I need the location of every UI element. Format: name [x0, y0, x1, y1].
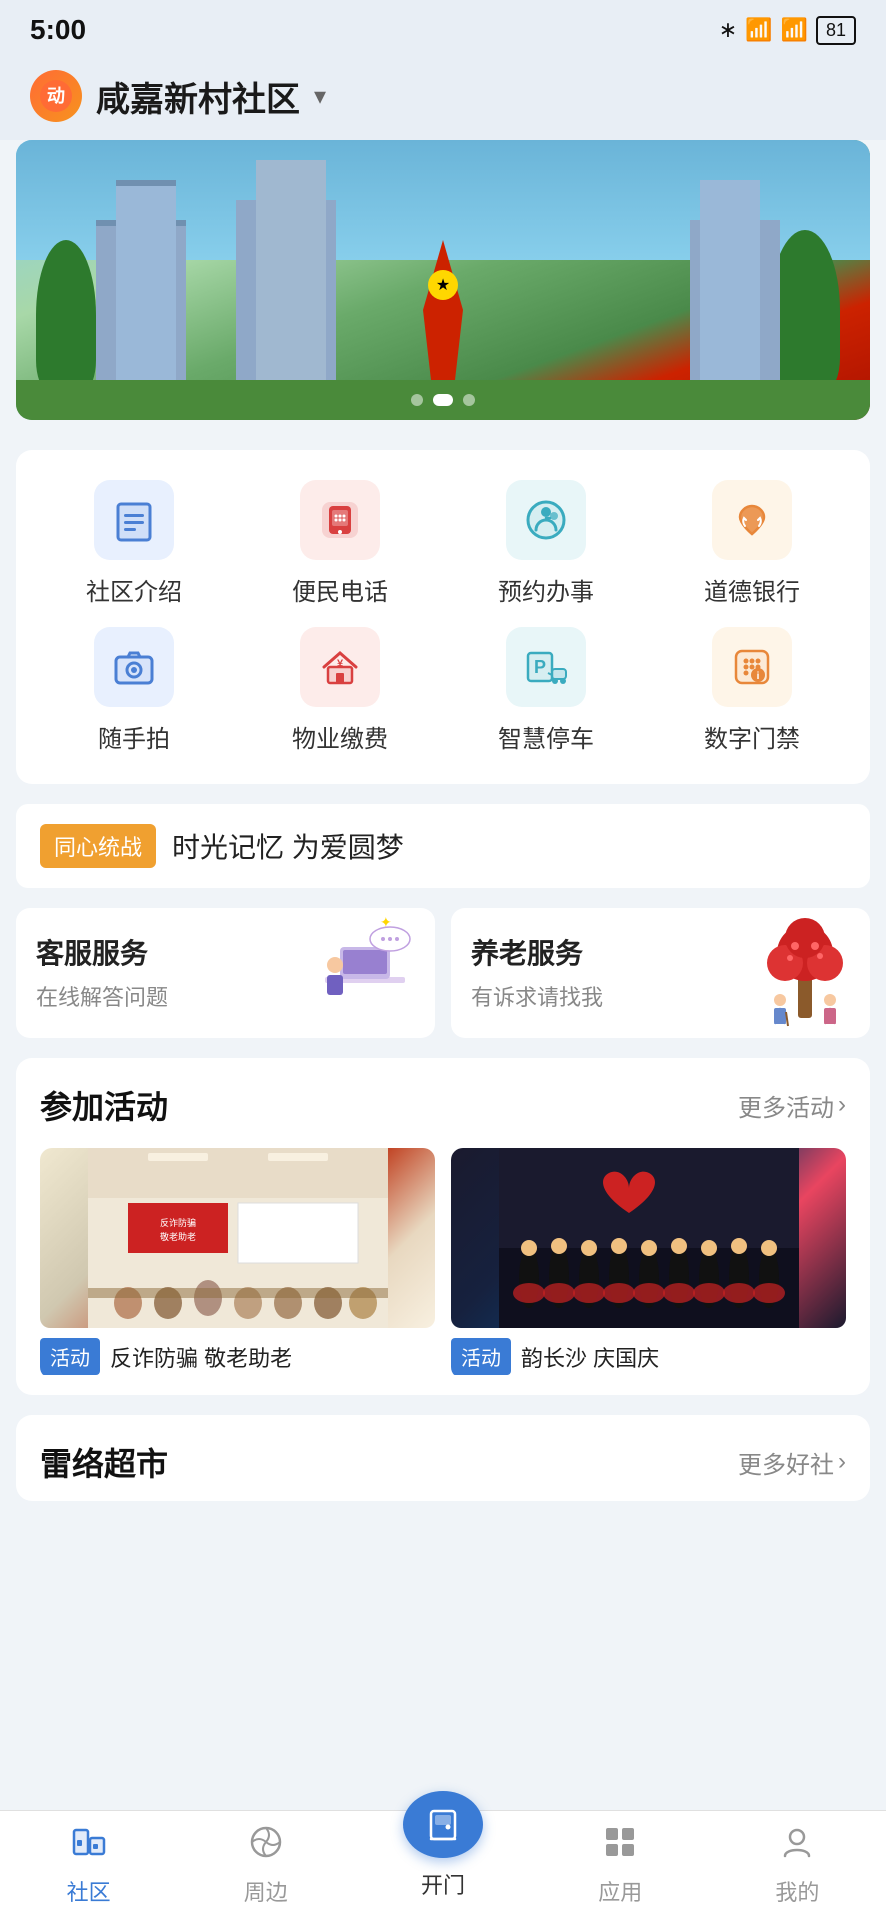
activities-title: 参加活动	[40, 1082, 168, 1128]
service-cards-section: 客服服务 在线解答问题 ✦ 养老服务	[16, 908, 870, 1038]
digital-gate-label: 数字门禁	[704, 719, 800, 754]
nav-apps[interactable]: 应用	[532, 1811, 709, 1920]
svg-text:i: i	[757, 671, 760, 682]
status-icons: ∗ 📶 📶 81	[719, 16, 856, 45]
chevron-right-icon: ›	[838, 1091, 846, 1119]
activity-badge-2: 活动	[451, 1338, 511, 1375]
wifi-icon: 📶	[781, 17, 808, 43]
property-fee-label: 物业缴费	[292, 719, 388, 754]
appointment-icon	[506, 480, 586, 560]
activities-section: 参加活动 更多活动 › 反诈防骗 敬老助老	[16, 1058, 870, 1395]
grid-item-community-intro[interactable]: 社区介绍	[36, 480, 232, 607]
activities-grid: 反诈防骗 敬老助老 活动 反诈防骗 敬	[40, 1148, 846, 1379]
activity-footer-1: 活动 反诈防骗 敬老助老	[40, 1328, 435, 1379]
customer-service-illustration: ✦	[305, 917, 425, 1033]
battery-icon: 81	[816, 16, 856, 45]
nav-nearby[interactable]: 周边	[177, 1811, 354, 1920]
smart-parking-icon: P	[506, 627, 586, 707]
customer-service-card[interactable]: 客服服务 在线解答问题 ✦	[16, 908, 435, 1038]
quick-photo-label: 随手拍	[98, 719, 170, 754]
nav-mine[interactable]: 我的	[709, 1811, 886, 1920]
property-fee-icon: ¥	[300, 627, 380, 707]
store-chevron-icon: ›	[838, 1448, 846, 1476]
svg-text:¥: ¥	[337, 658, 344, 670]
status-time: 5:00	[30, 14, 86, 46]
community-intro-label: 社区介绍	[86, 572, 182, 607]
smart-parking-label: 智慧停车	[498, 719, 594, 754]
dot-1	[411, 394, 423, 406]
elder-service-illustration	[750, 918, 860, 1033]
header: 动 咸嘉新村社区 ▾	[0, 60, 886, 140]
store-title: 雷络超市	[40, 1439, 168, 1485]
community-nav-icon	[71, 1824, 107, 1869]
grid-item-quick-photo[interactable]: 随手拍	[36, 627, 232, 754]
community-name: 咸嘉新村社区	[96, 72, 300, 121]
dot-3	[463, 394, 475, 406]
moral-bank-icon	[712, 480, 792, 560]
grid-item-property-fee[interactable]: ¥ 物业缴费	[242, 627, 438, 754]
svg-text:反诈防骗: 反诈防骗	[159, 1217, 195, 1228]
grid-item-digital-gate[interactable]: i 数字门禁	[654, 627, 850, 754]
activities-header: 参加活动 更多活动 ›	[40, 1082, 846, 1128]
feature-grid: 社区介绍 便民电话	[16, 450, 870, 784]
mine-nav-icon	[779, 1824, 815, 1869]
nearby-nav-icon	[248, 1824, 284, 1869]
activity-card-2[interactable]: 活动 韵长沙 庆国庆	[451, 1148, 846, 1379]
tag-section: 同心统战 时光记忆 为爱圆梦	[16, 804, 870, 888]
dot-2	[433, 394, 453, 406]
moral-bank-label: 道德银行	[704, 572, 800, 607]
svg-text:✦: ✦	[380, 917, 392, 930]
dropdown-arrow-icon[interactable]: ▾	[314, 82, 326, 111]
grid-item-moral-bank[interactable]: 道德银行	[654, 480, 850, 607]
banner-image: ★	[16, 140, 870, 420]
store-more[interactable]: 更多好社 ›	[738, 1445, 846, 1480]
activity-footer-2: 活动 韵长沙 庆国庆	[451, 1328, 846, 1379]
apps-nav-icon	[602, 1824, 638, 1869]
nearby-nav-label: 周边	[244, 1875, 288, 1907]
activity-card-1[interactable]: 反诈防骗 敬老助老 活动 反诈防骗 敬	[40, 1148, 435, 1379]
nav-open-door[interactable]: 开门	[354, 1791, 531, 1900]
banner-dots	[411, 394, 475, 406]
activity-badge-1: 活动	[40, 1338, 100, 1375]
elder-service-card[interactable]: 养老服务 有诉求请找我	[451, 908, 870, 1038]
activity-title-2: 韵长沙 庆国庆	[521, 1341, 659, 1373]
store-header: 雷络超市 更多好社 ›	[40, 1439, 846, 1485]
status-bar: 5:00 ∗ 📶 📶 81	[0, 0, 886, 60]
bottom-nav: 社区 周边 开门	[0, 1810, 886, 1920]
banner-carousel[interactable]: ★	[16, 140, 870, 420]
open-door-nav-label: 开门	[421, 1868, 465, 1900]
mine-nav-label: 我的	[775, 1875, 819, 1907]
community-nav-label: 社区	[67, 1875, 111, 1907]
tag-badge: 同心统战	[40, 824, 156, 868]
grid-item-smart-parking[interactable]: P 智慧停车	[448, 627, 644, 754]
apps-nav-label: 应用	[598, 1875, 642, 1907]
service-phone-label: 便民电话	[292, 572, 388, 607]
quick-photo-icon	[94, 627, 174, 707]
store-section: 雷络超市 更多好社 ›	[16, 1415, 870, 1501]
appointment-label: 预约办事	[498, 572, 594, 607]
grid-container: 社区介绍 便民电话	[36, 480, 850, 754]
header-logo: 动	[30, 70, 82, 122]
activity-image-2	[451, 1148, 846, 1328]
open-door-circle	[403, 1791, 483, 1858]
bluetooth-icon: ∗	[719, 17, 737, 43]
tag-text: 时光记忆 为爱圆梦	[172, 826, 404, 866]
activities-more[interactable]: 更多活动 ›	[738, 1088, 846, 1123]
grid-item-service-phone[interactable]: 便民电话	[242, 480, 438, 607]
service-phone-icon	[300, 480, 380, 560]
svg-text:动: 动	[47, 86, 65, 106]
activity-image-1: 反诈防骗 敬老助老	[40, 1148, 435, 1328]
svg-text:P: P	[534, 657, 546, 677]
grid-item-appointment[interactable]: 预约办事	[448, 480, 644, 607]
signal-icon: 📶	[745, 17, 772, 43]
digital-gate-icon: i	[712, 627, 792, 707]
activity-title-1: 反诈防骗 敬老助老	[110, 1341, 292, 1373]
svg-text:敬老助老: 敬老助老	[159, 1231, 195, 1242]
nav-community[interactable]: 社区	[0, 1811, 177, 1920]
community-intro-icon	[94, 480, 174, 560]
